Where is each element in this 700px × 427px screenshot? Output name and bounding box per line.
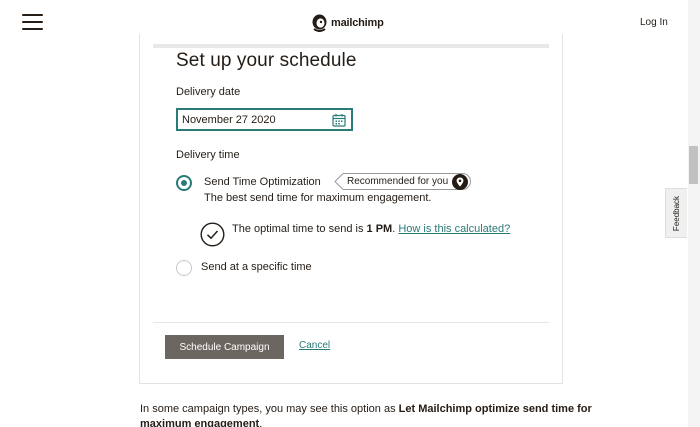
cancel-link[interactable]: Cancel [299,340,330,351]
freddie-logo-icon [312,14,327,32]
delivery-time-label: Delivery time [176,149,240,161]
location-pin-icon [452,173,469,190]
panel-top-border [153,44,549,48]
feedback-tab[interactable]: Feedback [665,188,687,238]
delivery-date-field[interactable]: November 27 2020 [176,108,353,131]
specific-time-label[interactable]: Send at a specific time [201,261,312,273]
feedback-label: Feedback [672,195,682,231]
badge-arrow [334,173,343,190]
delivery-date-label: Delivery date [176,86,241,98]
optimal-prefix: The optimal time to send is [232,223,367,235]
schedule-title: Set up your schedule [176,50,357,71]
logo-text: mailchimp [331,17,384,29]
specific-time-radio[interactable] [176,260,192,276]
recommended-text: Recommended for you [347,176,449,187]
mailchimp-logo[interactable]: mailchimp [311,12,384,34]
hamburger-menu-icon[interactable] [22,14,43,30]
optimal-time-value: 1 PM [366,223,393,235]
sto-radio[interactable] [176,175,192,191]
divider [153,322,549,323]
badge-body: Recommended for you [343,173,472,190]
sto-description: The best send time for maximum engagemen… [204,192,432,204]
page: mailchimp Log In Set up your schedule De… [0,0,700,427]
scrollbar-track[interactable] [688,0,700,427]
optimal-time-text: The optimal time to send is 1 PM. How is… [232,223,510,235]
schedule-campaign-button[interactable]: Schedule Campaign [165,335,284,359]
how-calculated-link[interactable]: How is this calculated? [398,223,510,235]
checkmark-circle-icon [200,222,225,247]
note-prefix: In some campaign types, you may see this… [140,403,399,415]
sto-label[interactable]: Send Time Optimization [204,176,321,188]
scrollbar-thumb[interactable] [689,146,698,184]
note-suffix: . [259,418,263,427]
login-link[interactable]: Log In [640,17,668,28]
calendar-icon[interactable] [332,113,346,127]
help-note: In some campaign types, you may see this… [140,402,610,427]
delivery-date-value: November 27 2020 [182,113,276,126]
recommended-badge: Recommended for you [334,173,472,190]
